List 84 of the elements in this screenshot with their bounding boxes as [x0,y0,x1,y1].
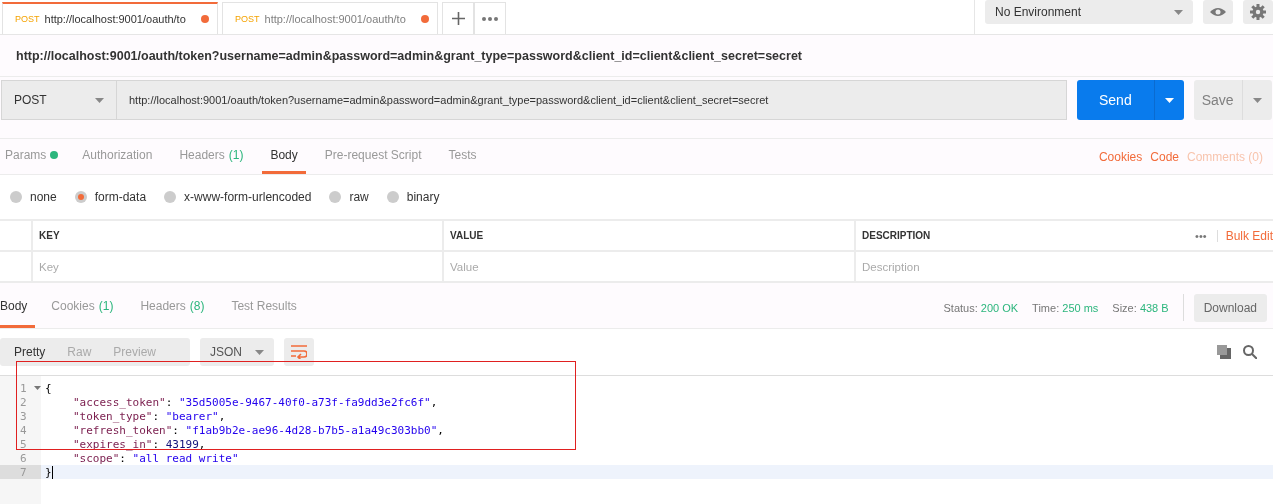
caret-icon [255,349,264,355]
code-line: "expires_in": 43199, [73,437,206,451]
body-type-option[interactable]: form-data [74,190,147,204]
request-tab[interactable]: POST http://localhost:9001/oauth/to [222,2,438,34]
table-input[interactable]: Key [31,252,442,283]
line-number: 3 [20,409,27,423]
method-select[interactable]: POST [1,80,117,120]
link[interactable]: Cookies [1098,149,1143,164]
send-menu-button[interactable] [1153,80,1184,120]
caret-icon [95,97,104,103]
search-icon[interactable] [1243,345,1257,359]
new-tab-button[interactable] [442,2,474,34]
response-tab[interactable]: Cookies (1) [43,287,122,328]
more-icon [482,16,498,21]
radio[interactable] [74,191,87,203]
copy-icon[interactable] [1217,345,1231,359]
tab-title: http://localhost:9001/oauth/to [264,12,407,25]
link[interactable]: Code [1150,149,1179,164]
view-mode-button[interactable]: Pretty [6,345,54,359]
caret-icon [1174,9,1183,15]
url-field[interactable]: http://localhost:9001/oauth/token?username=admin&password=admin&grant_type=password&client_id=client&client_secret=secret [117,80,1067,120]
response-tab[interactable]: Test Results [223,287,305,328]
option-label: binary [406,190,440,204]
wrap-icon [291,345,307,359]
environment-select[interactable]: No Environment [985,0,1193,24]
caret-icon [1252,97,1262,103]
section-tab[interactable]: Tests [440,139,485,174]
line-number: 7 [20,465,27,479]
wrap-button[interactable] [284,338,314,366]
code-line: "scope": "all read write" [73,451,239,465]
column-title: DESCRIPTION [862,230,931,241]
response-stat: Time: 250 ms [1032,301,1099,314]
section-tab[interactable]: Headers (1) [171,139,252,174]
request-tab[interactable]: POST http://localhost:9001/oauth/to [2,2,218,34]
section-tab[interactable]: Authorization [74,139,161,174]
request-title: http://localhost:9001/oauth/token?username=admin&password=admin&grant_type=password&client_id=client&client_secret=secret [0,35,1273,77]
method-label: POST [15,14,40,24]
radio[interactable] [10,191,22,203]
download-button[interactable]: Download [1193,293,1267,322]
radio[interactable] [329,191,342,203]
more-button[interactable]: ••• [1185,229,1218,242]
code-line: "token_type": "bearer", [73,409,226,423]
table-input[interactable]: Description [854,252,1273,283]
section-tab[interactable]: Params [0,139,67,174]
eye-icon [1210,7,1226,17]
option-label: none [30,190,57,204]
view-mode-button[interactable]: Preview [105,345,165,359]
format-select[interactable]: JSON [200,338,274,366]
line-number: 1 [20,381,27,395]
code-line: "access_token": "35d5005e-9467-40f0-a73f-fa9dd3e2fc6f", [73,395,438,409]
column-header: VALUE [442,221,854,252]
settings-icon [1250,4,1266,20]
body-type-option[interactable]: none [10,190,57,204]
tab-title: http://localhost:9001/oauth/to [44,13,187,25]
more-button[interactable] [474,2,506,34]
response-stat: Status: 200 OK [943,301,1019,314]
column-header: KEY [31,221,442,252]
send-button[interactable]: Send [1077,80,1154,120]
eye-button[interactable] [1203,0,1233,24]
section-tab[interactable]: Pre-request Script [316,139,430,174]
caret-icon [1164,97,1174,103]
bulk-edit-link[interactable]: Bulk Edit [1217,228,1273,243]
settings-button[interactable] [1243,0,1273,24]
body-type-option[interactable]: raw [329,190,369,204]
radio[interactable] [164,191,177,203]
line-number: 5 [20,437,27,451]
code-line: { [45,381,52,395]
line-number: 2 [20,395,27,409]
option-label: form-data [94,190,147,204]
code-line: "refresh_token": "f1ab9b2e-ae96-4d28-b7b5-a1a49c303bb0", [73,423,444,437]
line-number: 4 [20,423,27,437]
code-line: } [45,465,52,479]
response-stat: Size: 438 B [1112,301,1169,314]
response-tab[interactable]: Headers (8) [132,287,213,328]
save-button[interactable]: Save [1193,80,1242,120]
fold-icon[interactable] [34,386,41,390]
view-mode-button[interactable]: Raw [59,345,100,359]
plus-icon [451,12,465,25]
option-label: raw [349,190,369,204]
method-label: POST [235,13,260,24]
body-type-option[interactable]: binary [386,190,440,204]
table-input[interactable]: Value [442,252,854,283]
radio[interactable] [386,191,399,203]
line-number: 6 [20,451,27,465]
